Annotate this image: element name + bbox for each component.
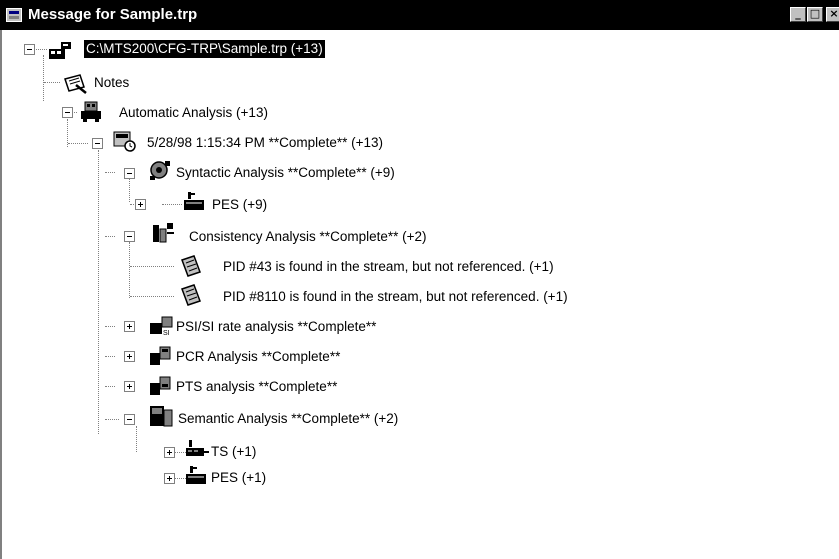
pid-message-icon bbox=[181, 284, 201, 306]
expand-toggle-semantic-pes[interactable] bbox=[164, 473, 175, 484]
automatic-analysis-icon bbox=[81, 101, 101, 122]
file-trace-icon bbox=[49, 42, 71, 59]
expand-toggle-pts[interactable] bbox=[124, 381, 135, 392]
minimize-button[interactable]: _ bbox=[790, 7, 806, 22]
tree-item-semantic-ts[interactable]: TS (+1) bbox=[211, 443, 256, 461]
message-window: Message for Sample.trp _ □ × C:\MTS200\C… bbox=[0, 0, 839, 559]
pid-message-icon bbox=[181, 255, 201, 277]
tree-item-automatic-analysis[interactable]: Automatic Analysis (+13) bbox=[119, 104, 268, 122]
collapse-toggle-root[interactable] bbox=[24, 44, 35, 55]
syntactic-analysis-icon bbox=[150, 161, 170, 180]
psi-si-analysis-icon: SI bbox=[150, 316, 173, 337]
expand-toggle-semantic-ts[interactable] bbox=[164, 447, 175, 458]
tree-item-pid-8110[interactable]: PID #8110 is found in the stream, but no… bbox=[223, 288, 568, 306]
analysis-run-icon bbox=[113, 131, 136, 152]
collapse-toggle-auto[interactable] bbox=[62, 107, 73, 118]
message-tree-view[interactable]: C:\MTS200\CFG-TRP\Sample.trp (+13) Notes… bbox=[0, 30, 839, 559]
svg-text:SI: SI bbox=[163, 330, 170, 337]
collapse-toggle-consistency[interactable] bbox=[124, 231, 135, 242]
ts-icon bbox=[186, 440, 209, 456]
collapse-toggle-syntactic[interactable] bbox=[124, 168, 135, 179]
tree-item-consistency-analysis[interactable]: Consistency Analysis **Complete** (+2) bbox=[189, 228, 426, 246]
tree-item-pid-43[interactable]: PID #43 is found in the stream, but not … bbox=[223, 258, 554, 276]
tree-item-pcr-analysis[interactable]: PCR Analysis **Complete** bbox=[176, 348, 340, 366]
window-title: Message for Sample.trp bbox=[28, 6, 198, 23]
expand-toggle-psi[interactable] bbox=[124, 321, 135, 332]
consistency-analysis-icon bbox=[153, 223, 174, 243]
collapse-toggle-run[interactable] bbox=[92, 138, 103, 149]
pes-icon bbox=[184, 192, 204, 210]
expand-toggle-syntactic-pes[interactable] bbox=[135, 199, 146, 210]
notes-icon bbox=[64, 74, 87, 94]
pts-analysis-icon bbox=[150, 376, 171, 395]
tree-item-analysis-run[interactable]: 5/28/98 1:15:34 PM **Complete** (+13) bbox=[147, 134, 383, 152]
tree-item-semantic-pes[interactable]: PES (+1) bbox=[211, 469, 266, 487]
maximize-button[interactable]: □ bbox=[807, 7, 823, 22]
semantic-analysis-icon bbox=[150, 406, 173, 427]
tree-item-notes[interactable]: Notes bbox=[94, 74, 129, 92]
expand-toggle-pcr[interactable] bbox=[124, 351, 135, 362]
title-bar[interactable]: Message for Sample.trp _ □ × bbox=[0, 0, 839, 30]
pcr-analysis-icon bbox=[150, 346, 171, 365]
window-app-icon[interactable] bbox=[6, 8, 22, 22]
tree-item-syntactic-pes[interactable]: PES (+9) bbox=[212, 196, 267, 214]
tree-item-root[interactable]: C:\MTS200\CFG-TRP\Sample.trp (+13) bbox=[83, 39, 326, 59]
tree-item-pts-analysis[interactable]: PTS analysis **Complete** bbox=[176, 378, 337, 396]
collapse-toggle-semantic[interactable] bbox=[124, 414, 135, 425]
tree-item-semantic-analysis[interactable]: Semantic Analysis **Complete** (+2) bbox=[178, 410, 398, 428]
close-button[interactable]: × bbox=[826, 7, 839, 22]
pes-icon bbox=[186, 466, 206, 484]
tree-item-syntactic-analysis[interactable]: Syntactic Analysis **Complete** (+9) bbox=[176, 164, 395, 182]
tree-item-psi-si-analysis[interactable]: PSI/SI rate analysis **Complete** bbox=[176, 318, 376, 336]
